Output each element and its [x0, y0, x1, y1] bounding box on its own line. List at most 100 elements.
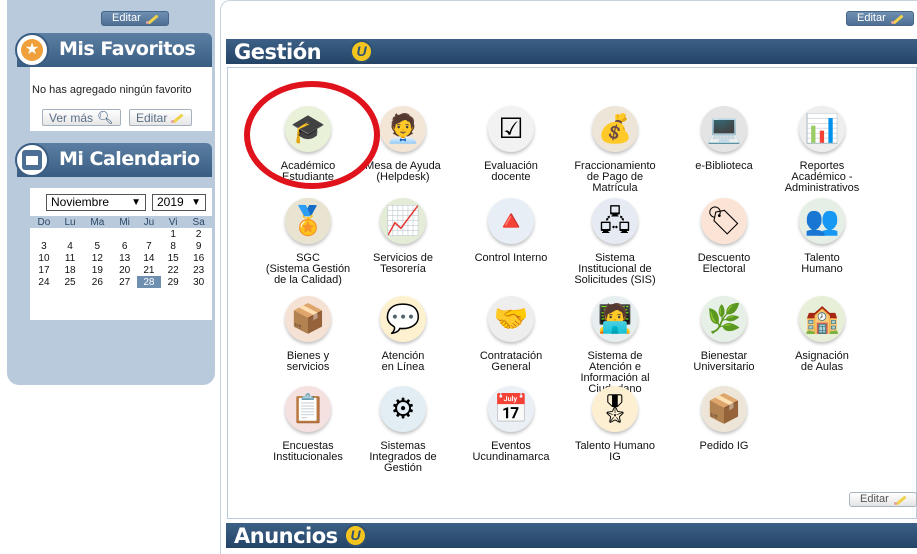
calendar-event-icon: 📅	[488, 386, 534, 432]
calendar-day[interactable]: 25	[58, 276, 82, 288]
module-tile[interactable]: ☑ Evaluación docente	[461, 106, 561, 183]
calendar-day[interactable]: 17	[30, 264, 58, 276]
module-tile[interactable]: 🌿 Bienestar Universitario	[674, 296, 774, 373]
calendar-day[interactable]: 15	[161, 252, 185, 264]
module-label: SGC (Sistema Gestión de la Calidad)	[265, 252, 351, 286]
year-select[interactable]: 2019 ▼	[152, 194, 206, 211]
month-select[interactable]: Noviembre ▼	[46, 194, 146, 211]
calendar-day[interactable]: 24	[30, 276, 58, 288]
module-tile[interactable]: 🧑‍💼 Mesa de Ayuda (Helpdesk)	[353, 106, 453, 183]
calendar-day[interactable]: 5	[82, 240, 112, 252]
module-label: Mesa de Ayuda (Helpdesk)	[365, 160, 441, 183]
module-tile[interactable]: 🎓 Académico Estudiante	[258, 106, 358, 183]
module-tile[interactable]: 🔺 Control Interno	[461, 198, 561, 264]
money-bag-icon: 💰	[592, 106, 638, 152]
module-tile[interactable]: 🏷 Descuento Electoral	[674, 198, 774, 275]
module-tile[interactable]: 📋 Encuestas Institucionales	[258, 386, 358, 463]
sidebar-edit-button[interactable]: Editar	[101, 11, 169, 26]
calendar-day[interactable]: 6	[113, 240, 137, 252]
network-icon: 🖧	[592, 198, 638, 244]
module-tile[interactable]: 📦 Bienes y servicios	[258, 296, 358, 373]
pencil-icon	[171, 113, 185, 123]
calendar-day[interactable]: 18	[58, 264, 82, 276]
calendar-badge	[15, 143, 49, 177]
report-icon: 📊	[799, 106, 845, 152]
university-logo-icon: U	[344, 524, 367, 547]
calendar-empty-cell	[30, 228, 58, 240]
module-label: Evaluación docente	[484, 160, 538, 183]
main-edit-button[interactable]: Editar	[846, 11, 914, 26]
calendar-day[interactable]: 28	[136, 276, 162, 288]
calendar-day[interactable]: 7	[137, 240, 161, 252]
module-tile[interactable]: 🧑‍💻 Sistema de Atención e Información al …	[565, 296, 665, 395]
award-icon: 🎖	[592, 386, 638, 432]
module-tile[interactable]: 🤝 Contratación General	[461, 296, 561, 373]
module-label: e-Biblioteca	[695, 160, 753, 172]
calendar-day[interactable]: 21	[137, 264, 161, 276]
integrated-icon: ⚙	[380, 386, 426, 432]
module-tile[interactable]: ⚙ Sistemas Integrados de Gestión	[353, 386, 453, 474]
module-tile[interactable]: 💻 e-Biblioteca	[674, 106, 774, 172]
module-tile[interactable]: 💰 Fraccionamiento de Pago de Matrícula	[565, 106, 665, 194]
anuncios-header: Anuncios U	[226, 523, 917, 548]
module-label: Eventos Ucundinamarca	[472, 440, 550, 463]
module-tile[interactable]: 📊 Reportes Académico - Administrativos	[772, 106, 872, 194]
gestion-panel: 🎓 Académico Estudiante 🧑‍💼 Mesa de Ayuda (H…	[227, 67, 917, 519]
calendar-day[interactable]: 11	[58, 252, 82, 264]
calendar-day[interactable]: 19	[82, 264, 112, 276]
calendar-day[interactable]: 27	[113, 276, 137, 288]
module-tile[interactable]: 👥 Talento Humano	[772, 198, 872, 275]
module-tile[interactable]: 📈 Servicios de Tesorería	[353, 198, 453, 275]
calendar-day[interactable]: 13	[113, 252, 137, 264]
favorites-panel: No has agregado ningún favorito Ver más …	[30, 67, 212, 131]
gestion-edit-button[interactable]: Editar	[849, 492, 917, 507]
weekday-header: Ma	[82, 216, 113, 228]
calendar-day[interactable]: 9	[185, 240, 212, 252]
calendar-day[interactable]: 14	[137, 252, 161, 264]
calendar-grid: Do Lu Ma Mi Ju Vi Sa 1 2 3 4 5 6 7 8 9 10 11 12 13 14…	[30, 216, 212, 288]
calendar-day[interactable]: 30	[185, 276, 212, 288]
module-label: Asignación de Aulas	[795, 350, 849, 373]
calendar-day[interactable]: 23	[185, 264, 212, 276]
favorites-edit-label: Editar	[136, 110, 168, 125]
month-value: Noviembre	[51, 195, 110, 209]
calendar-day[interactable]: 4	[58, 240, 82, 252]
calendar-empty-cell	[58, 228, 82, 240]
module-label: Talento Humano IG	[574, 440, 656, 463]
calendar-day[interactable]: 8	[161, 240, 185, 252]
calendar-week-row: 17 18 19 20 21 22 23	[30, 264, 212, 276]
calendar-day[interactable]: 1	[161, 228, 185, 240]
module-label: Pedido IG	[699, 440, 749, 452]
calendar-day[interactable]: 12	[82, 252, 112, 264]
module-label: Sistema Institucional de Solicitudes (SI…	[574, 252, 656, 286]
calendar-day[interactable]: 29	[161, 276, 185, 288]
module-tile[interactable]: 🖧 Sistema Institucional de Solicitudes (S…	[565, 198, 665, 286]
university-logo-icon: U	[350, 40, 373, 63]
favorites-empty-text: No has agregado ningún favorito	[32, 84, 192, 96]
module-label: Atención en Línea	[381, 350, 425, 373]
calendar-day[interactable]: 3	[30, 240, 58, 252]
discount-icon: 🏷	[701, 198, 747, 244]
calendar-icon	[22, 150, 42, 170]
calendar-day[interactable]: 2	[185, 228, 212, 240]
calendar-day[interactable]: 16	[185, 252, 212, 264]
calendar-day[interactable]: 22	[161, 264, 185, 276]
module-tile[interactable]: 🎖 Talento Humano IG	[565, 386, 665, 463]
module-tile[interactable]: 📦 Pedido IG	[674, 386, 774, 452]
favorites-edit-button[interactable]: Editar	[129, 109, 193, 126]
edit-label: Editar	[857, 12, 886, 24]
weekday-header: Ju	[136, 216, 162, 228]
favorites-header: ★ Mis Favoritos	[15, 33, 212, 67]
calendar-header: Mi Calendario	[15, 143, 212, 177]
calendar-title: Mi Calendario	[59, 148, 200, 170]
module-tile[interactable]: 🏅 SGC (Sistema Gestión de la Calidad)	[258, 198, 358, 286]
calendar-day[interactable]: 10	[30, 252, 58, 264]
module-tile[interactable]: 💬 Atención en Línea	[353, 296, 453, 373]
module-tile[interactable]: 📅 Eventos Ucundinamarca	[461, 386, 561, 463]
module-label: Reportes Académico - Administrativos	[784, 160, 860, 194]
calendar-day[interactable]: 20	[113, 264, 137, 276]
see-more-button[interactable]: Ver más 🔍︎	[42, 109, 121, 126]
module-tile[interactable]: 🏫 Asignación de Aulas	[772, 296, 872, 373]
calendar-empty-cell	[82, 228, 112, 240]
calendar-day[interactable]: 26	[82, 276, 112, 288]
